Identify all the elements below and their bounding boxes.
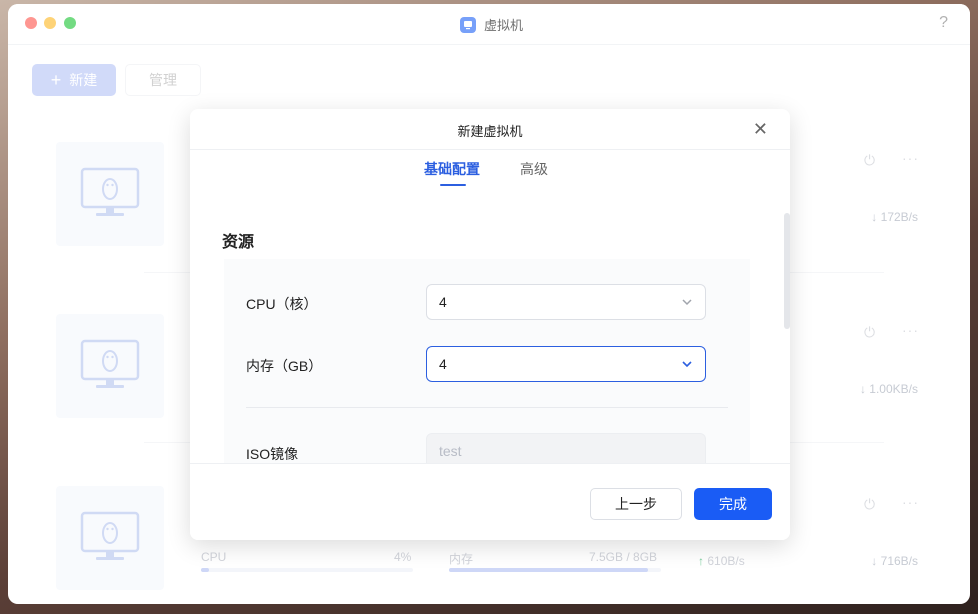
section-title: 资源 [222,234,255,251]
memory-label: 内存（GB） [246,358,323,374]
dialog-title: 新建虚拟机 [457,124,523,139]
app-window: 虚拟机 ? + 新建 管理 ⏻ ··· ↓ 172B/s ⏻ ··· ↓ 1.0… [8,4,970,604]
form-divider [246,407,728,408]
tab-advanced[interactable]: 高级 [520,159,548,179]
dialog-scrollbar[interactable] [784,213,790,329]
iso-input-value: test [439,443,462,459]
new-vm-dialog: 新建虚拟机 ✕ 基础配置 高级 资源 CPU（核） 4 内存（GB） 4 ISO… [190,109,790,540]
done-button[interactable]: 完成 [694,488,772,520]
iso-label: ISO镜像 [246,446,299,462]
tab-basic-config[interactable]: 基础配置 [424,159,480,179]
chevron-down-icon [682,361,692,368]
chevron-down-icon [682,299,692,306]
previous-step-button[interactable]: 上一步 [590,488,682,520]
memory-select[interactable]: 4 [426,346,706,382]
active-tab-indicator [440,184,466,186]
cpu-select[interactable]: 4 [426,284,706,320]
close-icon[interactable]: ✕ [753,119,768,140]
cpu-label: CPU（核） [246,296,318,312]
dialog-header: 新建虚拟机 ✕ [190,109,790,150]
memory-select-value: 4 [439,356,447,372]
cpu-select-value: 4 [439,294,447,310]
dialog-footer: 上一步 完成 [190,463,790,540]
